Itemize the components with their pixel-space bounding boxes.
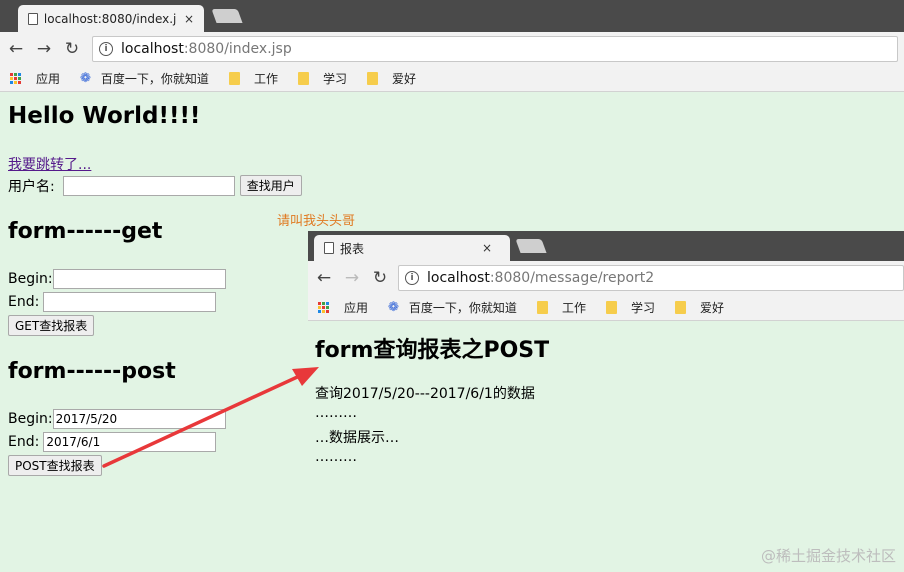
end-label: End:: [8, 434, 40, 450]
report-line: ………: [315, 405, 357, 421]
bookmark-baidu[interactable]: ❁ 百度一下，你就知道: [388, 299, 517, 316]
post-report-button[interactable]: POST查找报表: [8, 455, 102, 476]
url-text[interactable]: localhost:8080/message/report2: [427, 270, 654, 286]
report-line: 查询2017/5/20---2017/6/1的数据: [315, 386, 535, 402]
report-window: 报表 × ← → ↻ i localhost:8080/message/repo…: [308, 231, 904, 572]
bookmark-label: 学习: [322, 72, 347, 86]
bookmark-apps[interactable]: 应用: [10, 70, 60, 87]
bookmark-label: 爱好: [699, 301, 724, 315]
baidu-paw-icon: ❁: [388, 300, 399, 315]
address-bar[interactable]: i localhost:8080/message/report2: [398, 265, 904, 291]
post-begin-input[interactable]: [52, 409, 226, 429]
post-end-input[interactable]: [43, 432, 217, 452]
folder-icon: [674, 301, 686, 314]
username-label: 用户名:: [8, 178, 55, 195]
tab-strip: 报表 ×: [308, 231, 904, 261]
tab-report[interactable]: 报表 ×: [314, 235, 510, 261]
get-button-row: GET查找报表: [8, 315, 95, 336]
watermark: @稀土掘金技术社区: [760, 547, 896, 565]
info-icon[interactable]: i: [99, 42, 113, 56]
info-icon[interactable]: i: [405, 271, 419, 285]
get-begin-row: Begin:: [8, 269, 226, 289]
close-tab-icon[interactable]: ×: [184, 12, 194, 26]
url-text[interactable]: localhost:8080/index.jsp: [121, 41, 292, 57]
bookmark-label: 应用: [36, 72, 61, 86]
page-icon: [28, 12, 38, 25]
forward-arrow-icon[interactable]: →: [340, 266, 364, 290]
post-section-title: form------post: [8, 359, 176, 384]
bookmark-label: 百度一下，你就知道: [408, 301, 517, 315]
tab-strip: localhost:8080/index.jsp ×: [0, 0, 904, 32]
tab-title: localhost:8080/index.jsp: [43, 11, 176, 26]
end-label: End:: [8, 294, 40, 310]
begin-label: Begin:: [8, 411, 53, 427]
folder-icon: [297, 72, 309, 85]
bookmark-baidu[interactable]: ❁ 百度一下，你就知道: [80, 70, 209, 87]
page-icon: [324, 242, 334, 254]
new-tab-button[interactable]: [515, 239, 547, 253]
bookmark-work[interactable]: 工作: [228, 70, 278, 87]
bookmark-label: 爱好: [391, 72, 416, 86]
bookmark-label: 工作: [561, 301, 586, 315]
folder-icon: [536, 301, 548, 314]
get-begin-input[interactable]: [52, 269, 226, 289]
jump-link[interactable]: 我要跳转了...: [8, 154, 91, 174]
tab-index[interactable]: localhost:8080/index.jsp ×: [18, 5, 204, 32]
username-row: 用户名: 查找用户: [8, 175, 302, 196]
back-arrow-icon[interactable]: ←: [4, 37, 28, 61]
report-line: …数据展示…: [315, 430, 399, 446]
find-user-button[interactable]: 查找用户: [239, 175, 302, 196]
folder-icon: [366, 72, 378, 85]
baidu-paw-icon: ❁: [80, 71, 91, 86]
folder-icon: [228, 72, 240, 85]
reload-icon[interactable]: ↻: [368, 266, 392, 290]
bookmark-hobby[interactable]: 爱好: [674, 299, 724, 316]
back-arrow-icon[interactable]: ←: [312, 266, 336, 290]
post-button-row: POST查找报表: [8, 455, 102, 476]
report-line: ………: [315, 449, 357, 465]
browser-toolbar: ← → ↻ i localhost:8080/message/report2: [308, 261, 904, 295]
address-bar[interactable]: i localhost:8080/index.jsp: [92, 36, 898, 62]
bookmarks-bar: 应用 ❁ 百度一下，你就知道 工作 学习 爱好: [308, 295, 904, 321]
post-begin-row: Begin:: [8, 409, 226, 429]
bookmark-label: 百度一下，你就知道: [100, 72, 209, 86]
bookmark-label: 应用: [344, 301, 369, 315]
bookmark-apps[interactable]: 应用: [318, 299, 368, 316]
get-end-row: End:: [8, 292, 217, 312]
bookmarks-bar: 应用 ❁ 百度一下，你就知道 工作 学习 爱好: [0, 66, 904, 92]
annotation-text: 请叫我头头哥: [277, 214, 356, 229]
reload-icon[interactable]: ↻: [60, 37, 84, 61]
apps-grid-icon: [318, 301, 330, 314]
bookmark-label: 工作: [253, 72, 278, 86]
begin-label: Begin:: [8, 271, 53, 287]
new-tab-button[interactable]: [211, 9, 243, 23]
get-end-input[interactable]: [43, 292, 217, 312]
bookmark-study[interactable]: 学习: [605, 299, 655, 316]
forward-arrow-icon[interactable]: →: [32, 37, 56, 61]
bookmark-hobby[interactable]: 爱好: [366, 70, 416, 87]
browser-toolbar: ← → ↻ i localhost:8080/index.jsp: [0, 32, 904, 66]
bookmark-work[interactable]: 工作: [536, 299, 586, 316]
username-input[interactable]: [62, 175, 235, 196]
bookmark-study[interactable]: 学习: [297, 70, 347, 87]
get-report-button[interactable]: GET查找报表: [8, 315, 95, 336]
post-end-row: End:: [8, 432, 217, 452]
report-title: form查询报表之POST: [315, 338, 550, 363]
get-section-title: form------get: [8, 219, 163, 244]
close-tab-icon[interactable]: ×: [482, 241, 492, 255]
apps-grid-icon: [10, 72, 22, 85]
tab-title: 报表: [340, 241, 365, 256]
folder-icon: [605, 301, 617, 314]
page-heading: Hello World!!!!: [8, 103, 201, 129]
bookmark-label: 学习: [630, 301, 655, 315]
